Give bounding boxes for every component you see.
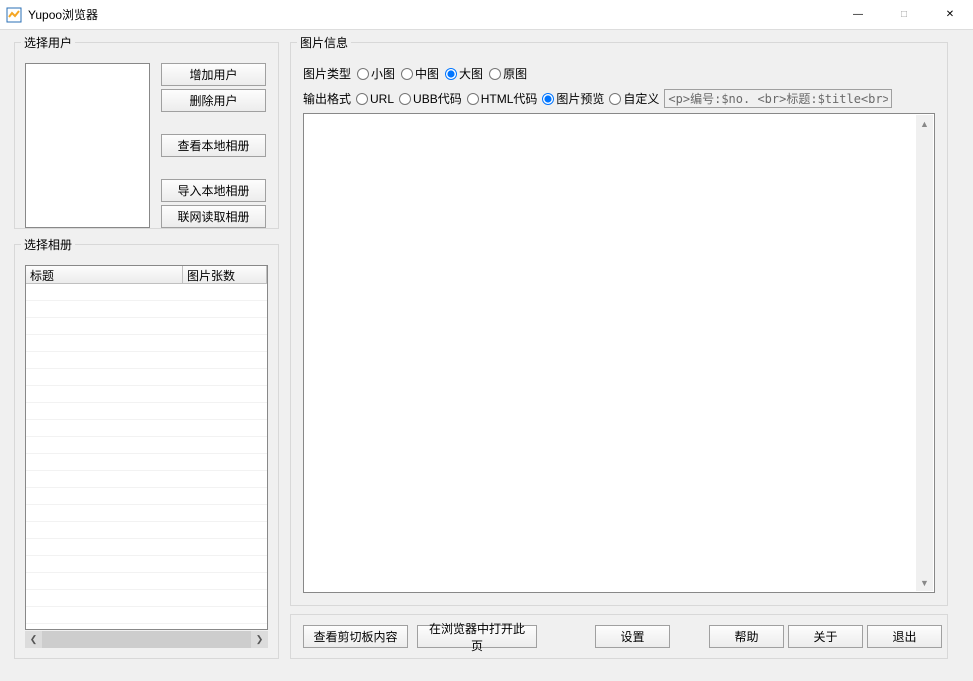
image-info-legend: 图片信息 [297,34,351,51]
user-group-legend: 选择用户 [21,34,75,51]
scroll-down-icon[interactable]: ▼ [916,574,933,591]
column-title[interactable]: 标题 [26,266,183,284]
scroll-right-icon[interactable]: ❯ [251,631,268,648]
settings-button[interactable]: 设置 [595,625,670,648]
radio-small[interactable]: 小图 [357,65,395,82]
radio-original[interactable]: 原图 [489,65,527,82]
scroll-left-icon[interactable]: ❮ [25,631,42,648]
preview-vscrollbar[interactable]: ▲ ▼ [916,115,933,591]
album-group-legend: 选择相册 [21,236,75,253]
minimize-button[interactable]: — [835,0,881,30]
album-listview[interactable]: 标题 图片张数 [25,265,268,630]
window-title: Yupoo浏览器 [28,6,98,23]
exit-button[interactable]: 退出 [867,625,942,648]
app-icon [6,7,22,23]
album-rows [26,284,267,629]
radio-large[interactable]: 大图 [445,65,483,82]
open-in-browser-button[interactable]: 在浏览器中打开此页 [417,625,537,648]
titlebar: Yupoo浏览器 — □ ✕ [0,0,973,30]
user-group: 选择用户 增加用户 删除用户 查看本地相册 导入本地相册 联网读取相册 [14,34,279,229]
view-clipboard-button[interactable]: 查看剪切板内容 [303,625,408,648]
image-info-group: 图片信息 图片类型 小图 中图 大图 原图 输出格式 URL UBB代码 HTM… [290,34,948,606]
radio-preview[interactable]: 图片预览 [542,90,604,107]
album-group: 选择相册 标题 图片张数 ❮ ❯ [14,236,279,659]
scroll-thumb[interactable] [42,631,251,648]
radio-url[interactable]: URL [356,92,394,106]
preview-area[interactable]: ▲ ▼ [303,113,935,593]
bottom-button-bar: 查看剪切板内容 在浏览器中打开此页 设置 帮助 关于 退出 [290,614,948,659]
read-online-album-button[interactable]: 联网读取相册 [161,205,266,228]
scroll-up-icon[interactable]: ▲ [916,115,933,132]
delete-user-button[interactable]: 删除用户 [161,89,266,112]
album-hscrollbar[interactable]: ❮ ❯ [25,631,268,648]
radio-ubb[interactable]: UBB代码 [399,90,462,107]
add-user-button[interactable]: 增加用户 [161,63,266,86]
radio-html[interactable]: HTML代码 [467,90,538,107]
output-format-label: 输出格式 [303,90,351,107]
help-button[interactable]: 帮助 [709,625,784,648]
radio-medium[interactable]: 中图 [401,65,439,82]
image-type-label: 图片类型 [303,65,351,82]
maximize-button[interactable]: □ [881,0,927,30]
close-button[interactable]: ✕ [927,0,973,30]
user-listbox[interactable] [25,63,150,228]
import-local-album-button[interactable]: 导入本地相册 [161,179,266,202]
radio-custom[interactable]: 自定义 [609,90,659,107]
view-local-album-button[interactable]: 查看本地相册 [161,134,266,157]
column-count[interactable]: 图片张数 [183,266,267,284]
about-button[interactable]: 关于 [788,625,863,648]
custom-format-input[interactable] [664,89,892,108]
